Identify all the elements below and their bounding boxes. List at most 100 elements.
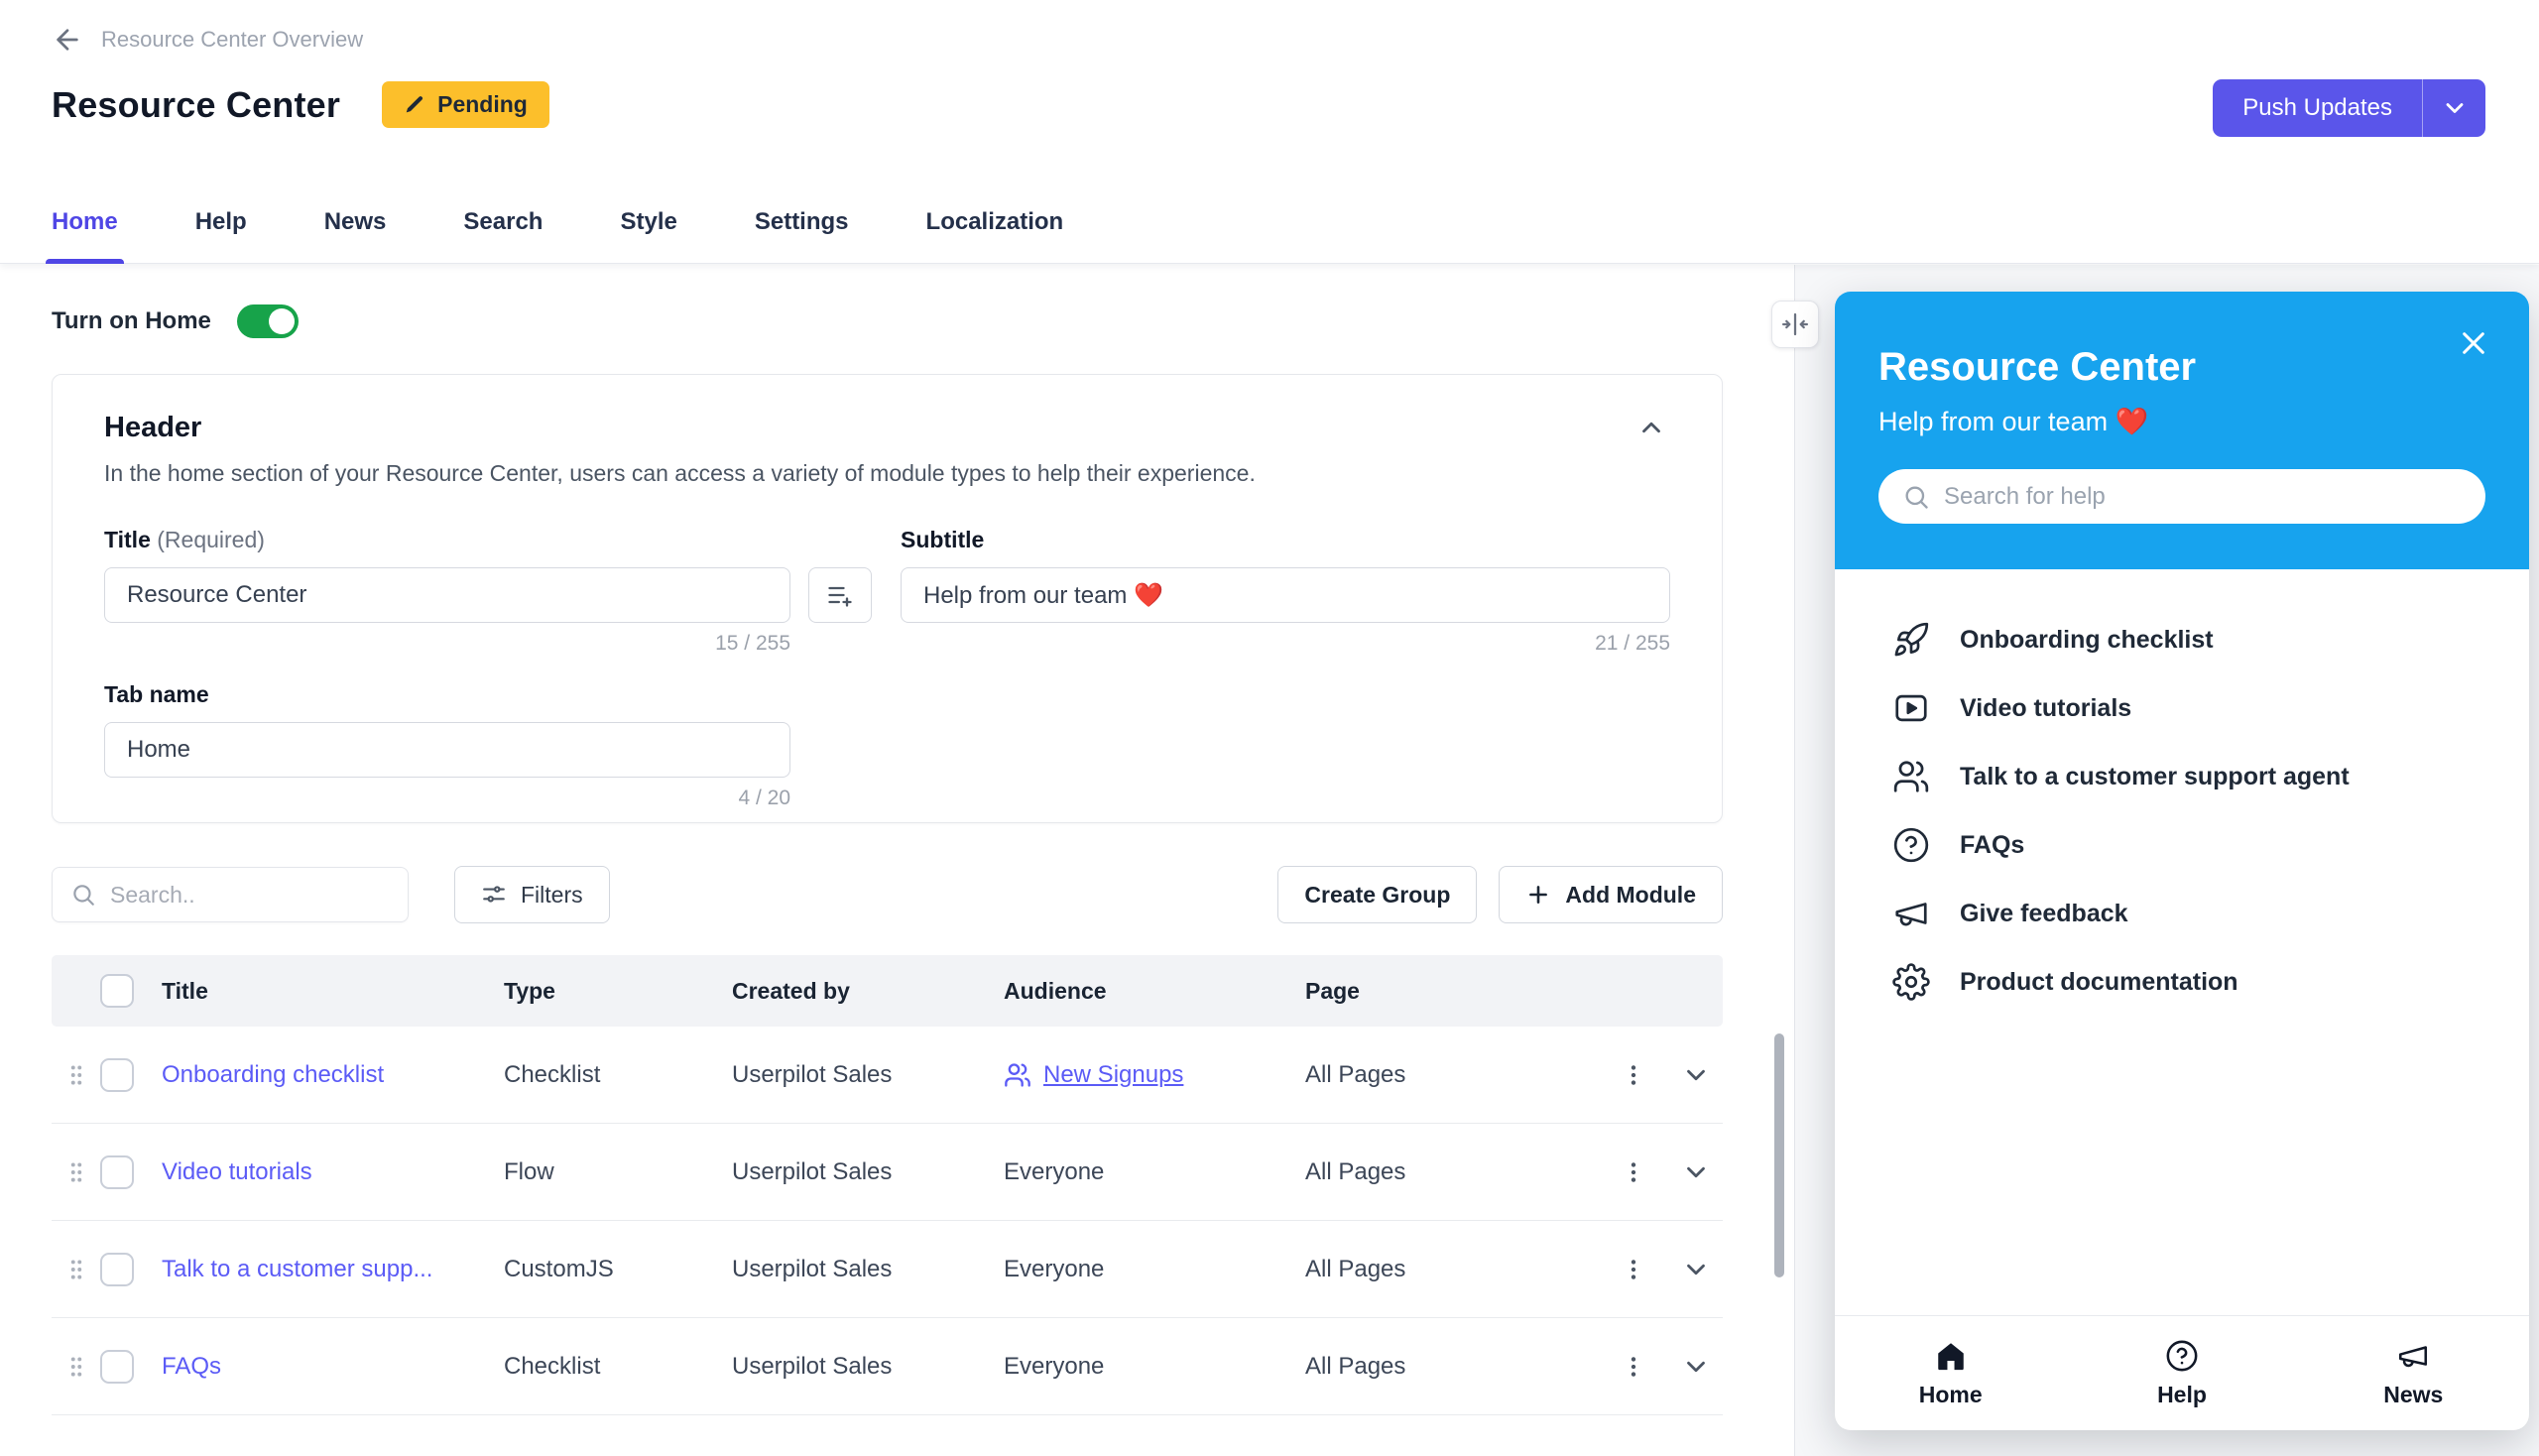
tab-search[interactable]: Search [463,181,543,264]
back-arrow-icon[interactable] [52,24,83,56]
collapse-card-button[interactable] [1632,409,1670,446]
tab-style[interactable]: Style [620,181,676,264]
module-audience: Everyone [1004,1352,1105,1380]
module-created-by: Userpilot Sales [732,1255,893,1282]
drag-handle-icon[interactable] [52,1159,100,1185]
title-counter: 15 / 255 [715,632,790,655]
preview-search-box[interactable] [1878,469,2485,524]
module-title-link[interactable]: Video tutorials [162,1158,504,1186]
row-checkbox[interactable] [100,1154,134,1189]
subtitle-field-block: Subtitle 21 / 255 [901,527,1670,810]
preview-item-video-tutorials[interactable]: Video tutorials [1892,689,2489,727]
row-expand-button[interactable] [1668,1060,1723,1090]
filters-button[interactable]: Filters [454,866,610,923]
collapse-arrows-icon [1780,309,1810,339]
preview-item-label: Product documentation [1960,967,2238,996]
users-icon [1892,758,1930,795]
preview-nav-home[interactable]: Home [1835,1316,2066,1430]
preview-item-label: Video tutorials [1960,693,2132,722]
col-page: Page [1305,977,1360,1004]
home-toggle-label: Turn on Home [52,307,211,334]
tabname-field-block: Tab name 4 / 20 [104,681,873,810]
row-checkbox[interactable] [100,1252,134,1286]
chevron-down-icon [1681,1352,1711,1382]
col-type: Type [504,977,555,1004]
row-menu-button[interactable] [1599,1062,1668,1088]
preview-nav-news[interactable]: News [2298,1316,2529,1430]
kebab-icon [1621,1062,1646,1088]
vertical-scrollbar[interactable] [1774,1033,1784,1277]
tab-name-input[interactable] [104,722,790,778]
resource-center-app: Resource Center Overview Resource Center… [0,0,2539,1456]
module-created-by: Userpilot Sales [732,1157,893,1185]
col-created-by: Created by [732,977,850,1004]
close-icon[interactable] [2454,323,2493,363]
megaphone-icon [1892,895,1930,932]
drag-handle-icon[interactable] [52,1062,100,1088]
preview-item-label: FAQs [1960,830,2025,859]
preview-subtitle: Help from our team ❤️ [1878,407,2149,436]
tab-home[interactable]: Home [46,181,124,264]
row-menu-button[interactable] [1599,1159,1668,1185]
question-icon [1892,826,1930,864]
chevron-up-icon [1636,413,1666,442]
megaphone-icon [2396,1339,2430,1373]
audience-link[interactable]: New Signups [1004,1061,1305,1089]
drag-handle-icon[interactable] [52,1257,100,1282]
preview-item-faqs[interactable]: FAQs [1892,826,2489,864]
breadcrumb[interactable]: Resource Center Overview [52,24,363,56]
module-page: All Pages [1305,1255,1406,1282]
list-plus-icon [826,581,854,609]
plus-icon [1525,882,1551,908]
preview-item-onboarding-checklist[interactable]: Onboarding checklist [1892,621,2489,659]
row-expand-button[interactable] [1668,1157,1723,1187]
module-audience: Everyone [1004,1255,1105,1282]
filters-label: Filters [521,881,583,908]
modules-search-input[interactable] [110,881,390,909]
module-title-link[interactable]: Onboarding checklist [162,1061,504,1089]
table-row: Onboarding checklist Checklist Userpilot… [52,1027,1723,1124]
row-expand-button[interactable] [1668,1255,1723,1284]
tab-news[interactable]: News [324,181,387,264]
preview-item-product-documentation[interactable]: Product documentation [1892,963,2489,1001]
select-all-checkbox[interactable] [100,974,134,1008]
table-header-row: Title Type Created by Audience Page [52,955,1723,1027]
home-toggle[interactable] [236,304,299,338]
drag-handle-icon[interactable] [52,1354,100,1380]
subtitle-input[interactable] [901,567,1670,623]
create-group-button[interactable]: Create Group [1277,866,1478,923]
collapse-panel-handle[interactable] [1771,301,1819,348]
module-title-link[interactable]: Talk to a customer supp... [162,1256,504,1283]
modules-table: Title Type Created by Audience Page Onbo… [52,955,1723,1415]
modules-toolbar: Filters Create Group Add Module [52,866,1723,923]
kebab-icon [1621,1159,1646,1185]
card-title: Header [104,411,202,443]
module-type: Checklist [504,1060,601,1088]
status-badge-label: Pending [437,91,528,117]
tab-localization[interactable]: Localization [926,181,1064,264]
title-input[interactable] [104,567,790,623]
status-badge[interactable]: Pending [382,81,549,128]
add-module-button[interactable]: Add Module [1499,866,1723,923]
push-updates-button[interactable]: Push Updates [2213,79,2422,137]
row-checkbox[interactable] [100,1349,134,1384]
tab-settings[interactable]: Settings [755,181,849,264]
module-title-link[interactable]: FAQs [162,1353,504,1381]
row-expand-button[interactable] [1668,1352,1723,1382]
preview-nav-help[interactable]: Help [2066,1316,2297,1430]
module-type: Flow [504,1157,554,1185]
insert-variable-button[interactable] [808,567,872,623]
tab-help[interactable]: Help [195,181,247,264]
preview-search-input[interactable] [1944,482,2462,511]
breadcrumb-label[interactable]: Resource Center Overview [101,27,363,53]
preview-item-support-agent[interactable]: Talk to a customer support agent [1892,758,2489,795]
module-type: Checklist [504,1352,601,1380]
push-updates-dropdown-button[interactable] [2422,79,2485,137]
row-menu-button[interactable] [1599,1354,1668,1380]
search-icon [1902,483,1930,511]
push-updates-group: Push Updates [2213,79,2485,137]
row-menu-button[interactable] [1599,1257,1668,1282]
preview-item-give-feedback[interactable]: Give feedback [1892,895,2489,932]
row-checkbox[interactable] [100,1057,134,1092]
modules-search-box[interactable] [52,867,409,922]
